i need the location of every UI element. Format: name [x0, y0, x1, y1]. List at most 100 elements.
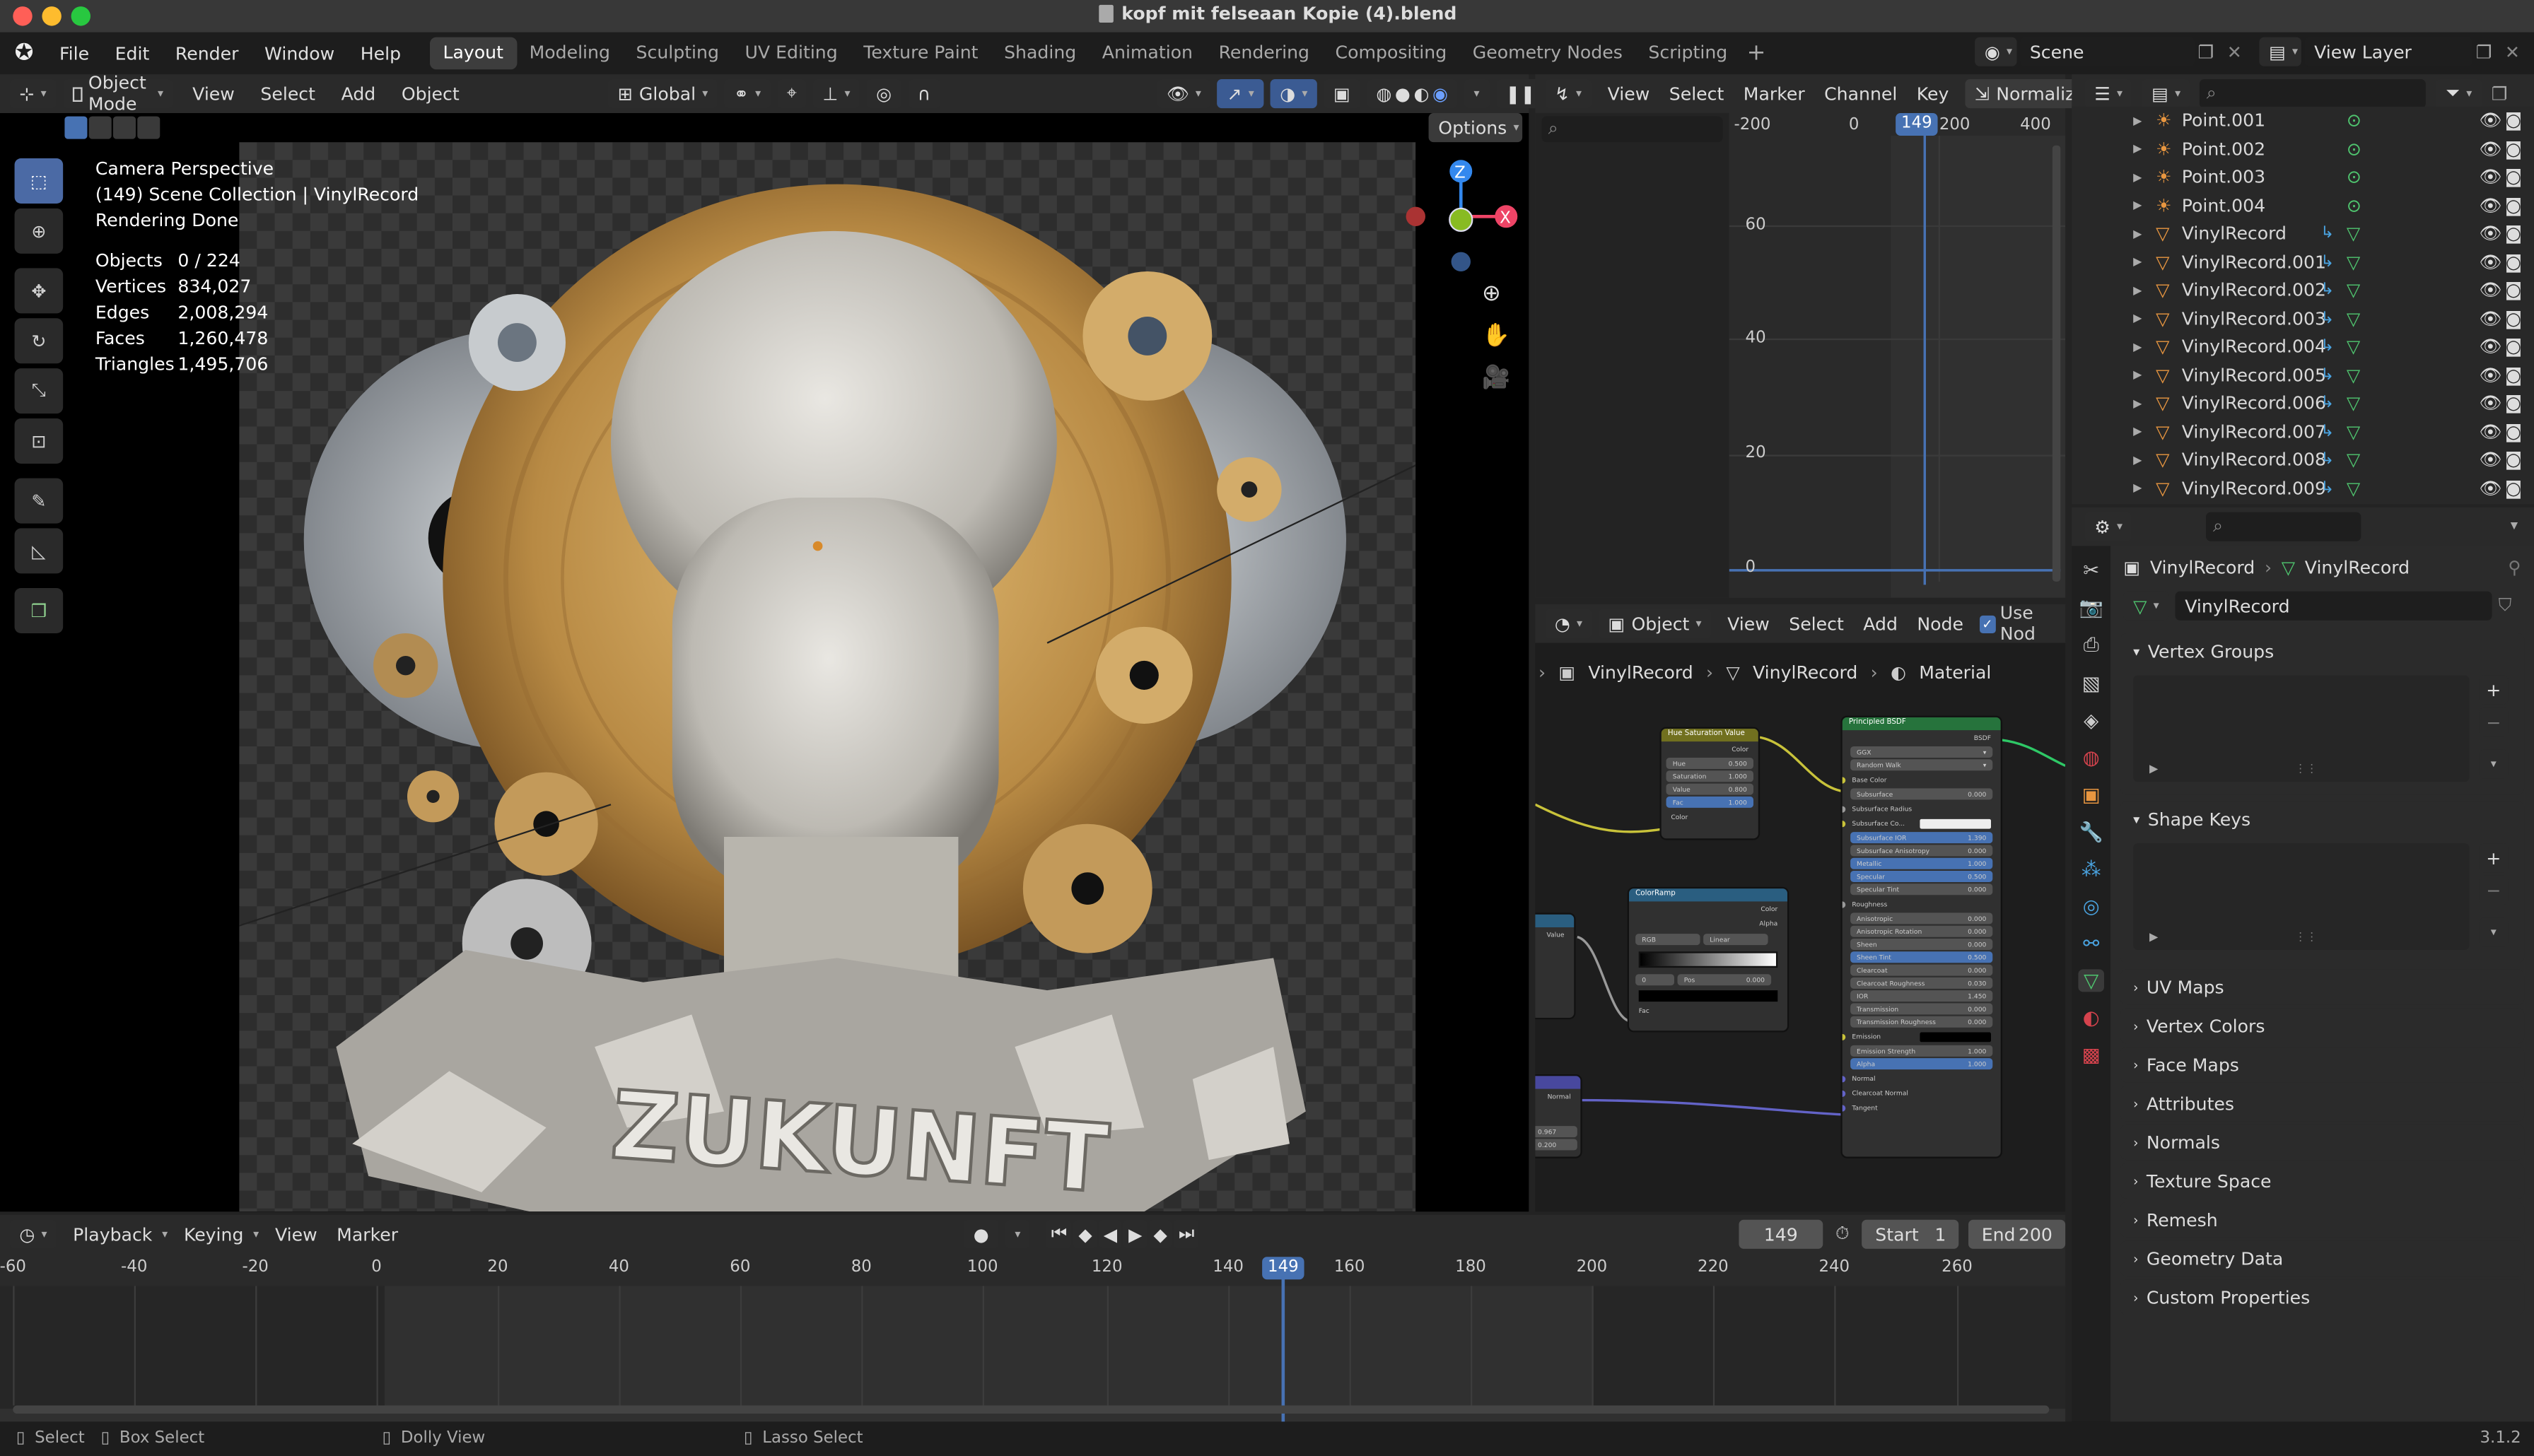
- view-layer-field[interactable]: View Layer: [2304, 37, 2473, 66]
- outliner-item[interactable]: ▶ ☀ Point.004 ⊙ 👁 ◙: [2072, 192, 2534, 220]
- properties-search-input[interactable]: ⌕: [2206, 512, 2362, 541]
- expand-arrow-icon[interactable]: ▶: [2133, 312, 2156, 325]
- panel-texture-space[interactable]: › Texture Space: [2120, 1163, 2525, 1199]
- timeline-type-icon[interactable]: ◷ ▾: [9, 1219, 57, 1249]
- viewport-menu-select[interactable]: Select: [247, 83, 328, 105]
- mesh-data-icon[interactable]: ▽: [2347, 252, 2379, 273]
- panel-remesh[interactable]: › Remesh: [2120, 1202, 2525, 1238]
- hand-icon[interactable]: ✋: [1482, 323, 1517, 365]
- tab-sculpting[interactable]: Sculpting: [623, 37, 732, 70]
- cursor-tool[interactable]: ⊕: [14, 208, 64, 254]
- chevron-down-icon[interactable]: ▾: [2479, 917, 2509, 947]
- node-menu-select[interactable]: Select: [1780, 613, 1854, 634]
- tab-modeling[interactable]: Modeling: [516, 37, 623, 70]
- editor-type-button[interactable]: ⊹ ▾: [9, 78, 57, 109]
- pivot-icon[interactable]: ⚭ ▾: [724, 78, 771, 109]
- falloff-icon[interactable]: ∩: [907, 78, 940, 109]
- eye-icon[interactable]: 👁: [2479, 280, 2505, 301]
- bsdf-field[interactable]: Anisotropic 0.000: [1850, 912, 1993, 924]
- tab-shading[interactable]: Shading: [991, 37, 1090, 70]
- ramp-interp-dropdown[interactable]: Linear: [1703, 934, 1768, 946]
- expand-arrow-icon[interactable]: ▶: [2133, 425, 2156, 438]
- bsdf-field[interactable]: Specular Tint 0.000: [1850, 883, 1993, 896]
- object-tab-icon[interactable]: ▣: [2082, 784, 2101, 806]
- minimize-window-button[interactable]: [42, 6, 62, 26]
- modifier-icon[interactable]: ↳: [2320, 253, 2347, 271]
- 3d-viewport[interactable]: ZUKUNFT ⬚ ⊕ ✥ ↻ ⤡ ⊡ ✎ ◺ ❒ Camera Perspec…: [0, 112, 1529, 1212]
- viewport-menu-view[interactable]: View: [180, 83, 247, 105]
- normal-node[interactable]: Normal 0.967 0.200: [1535, 1076, 1581, 1157]
- orientation-dropdown[interactable]: ⊞ Global ▾: [607, 78, 718, 109]
- graph-menu-key[interactable]: Key: [1907, 83, 1958, 105]
- bsdf-field[interactable]: Sheen Tint 0.500: [1850, 951, 1993, 963]
- bsdf-field[interactable]: Emission Strength 1.000: [1850, 1045, 1993, 1057]
- blender-logo-icon[interactable]: ✪: [15, 40, 34, 66]
- ramp-mode-dropdown[interactable]: RGB: [1635, 934, 1700, 946]
- timeline-menu-marker[interactable]: Marker: [327, 1223, 407, 1245]
- scene-name-field[interactable]: Scene: [2020, 37, 2195, 66]
- expand-arrow-icon[interactable]: ▶: [2133, 454, 2156, 466]
- end-frame-field[interactable]: End 200: [1968, 1219, 2066, 1249]
- panel-face-maps[interactable]: › Face Maps: [2120, 1047, 2525, 1083]
- viewport-menu-object[interactable]: Object: [389, 83, 472, 105]
- mesh-data-icon[interactable]: ▽: [2347, 365, 2379, 386]
- node-editor-type-icon[interactable]: ◔ ▾: [1545, 609, 1592, 638]
- shader-type-dropdown[interactable]: ▣ Object ▾: [1598, 609, 1712, 638]
- add-cube-tool[interactable]: ❒: [14, 587, 64, 633]
- data-tab-icon[interactable]: ▽: [2079, 969, 2104, 992]
- zoom-icon[interactable]: ⊕: [1482, 281, 1517, 323]
- outliner-item[interactable]: ▶ ▽ VinylRecord.002 ↳ ▽ 👁 ◙: [2072, 276, 2534, 305]
- particles-tab-icon[interactable]: ⁂: [2082, 858, 2101, 881]
- tab-animation[interactable]: Animation: [1090, 37, 1206, 70]
- panel-attributes[interactable]: › Attributes: [2120, 1085, 2525, 1122]
- camera-render-icon[interactable]: ◙: [2505, 336, 2534, 358]
- expand-arrow-icon[interactable]: ▶: [2133, 256, 2156, 269]
- bsdf-field[interactable]: Specular 0.500: [1850, 870, 1993, 882]
- prev-keyframe-icon[interactable]: ◆: [1073, 1219, 1097, 1249]
- menu-file[interactable]: File: [47, 43, 103, 64]
- eye-icon[interactable]: 👁: [2479, 450, 2505, 471]
- tab-layout[interactable]: Layout: [430, 37, 517, 70]
- expand-arrow-icon[interactable]: ▶: [2133, 199, 2156, 212]
- camera-render-icon[interactable]: ◙: [2505, 167, 2534, 188]
- panel-header[interactable]: › Geometry Data: [2120, 1240, 2524, 1276]
- ramp-color-swatch[interactable]: [1638, 990, 1778, 1002]
- playhead[interactable]: [1281, 1276, 1284, 1422]
- view-layer-icon[interactable]: ▤ ▾: [2259, 37, 2301, 66]
- expand-arrow-icon[interactable]: ▶: [2133, 171, 2156, 184]
- tab-compositing[interactable]: Compositing: [1322, 37, 1459, 70]
- outliner-type-icon[interactable]: ☰ ▾: [2084, 78, 2132, 109]
- mesh-browse-icon[interactable]: ▽ ▾: [2123, 591, 2169, 621]
- menu-window[interactable]: Window: [252, 43, 348, 64]
- panel-normals[interactable]: › Normals: [2120, 1124, 2525, 1161]
- camera-render-icon[interactable]: ◙: [2505, 365, 2534, 386]
- graph-search-input[interactable]: ⌕: [1541, 116, 1723, 143]
- menu-edit[interactable]: Edit: [102, 43, 162, 64]
- bsdf-field[interactable]: Anisotropic Rotation 0.000: [1850, 925, 1993, 937]
- panel-header[interactable]: ▾ Shape Keys: [2120, 802, 2524, 837]
- bsdf-field[interactable]: Subsurface IOR 1.390: [1850, 832, 1993, 844]
- panel-header[interactable]: › Normals: [2120, 1125, 2524, 1160]
- panel-header[interactable]: › Remesh: [2120, 1202, 2524, 1238]
- measure-tool[interactable]: ◺: [14, 528, 64, 574]
- world-tab-icon[interactable]: ◍: [2083, 746, 2100, 769]
- mesh-data-icon[interactable]: ▽: [2347, 421, 2379, 442]
- material-tab-icon[interactable]: ◐: [2083, 1006, 2100, 1029]
- eye-icon[interactable]: 👁: [2479, 421, 2505, 442]
- tab-uv-editing[interactable]: UV Editing: [732, 37, 851, 70]
- outliner[interactable]: ▶ ☀ Point.001 ⊙ 👁 ◙ ▶ ☀ Point.002 ⊙ 👁 ◙ ▶ ☀ Point.003 ⊙…: [2072, 106, 2534, 505]
- constraints-tab-icon[interactable]: ⚯: [2083, 932, 2099, 955]
- outliner-item[interactable]: ▶ ▽ VinylRecord.006 ↳ ▽ 👁 ◙: [2072, 389, 2534, 418]
- modifier-icon[interactable]: ↳: [2320, 310, 2347, 327]
- normal-x-field[interactable]: 0.967: [1535, 1126, 1578, 1138]
- node-menu-view[interactable]: View: [1717, 613, 1779, 634]
- remove-icon[interactable]: −: [2479, 708, 2509, 737]
- camera-render-icon[interactable]: ◙: [2505, 478, 2534, 499]
- node-editor[interactable]: › ▣ VinylRecord › ▽ VinylRecord › ◐ Materia…: [1535, 642, 2066, 1212]
- panel-header[interactable]: › Texture Space: [2120, 1163, 2524, 1199]
- bsdf-field[interactable]: Sheen 0.000: [1850, 938, 1993, 950]
- jump-start-icon[interactable]: ⏮: [1046, 1219, 1073, 1249]
- new-scene-icon[interactable]: ❐: [2198, 41, 2224, 62]
- node-menu-node[interactable]: Node: [1908, 613, 1973, 634]
- outliner-search-input[interactable]: ⌕: [2200, 78, 2427, 109]
